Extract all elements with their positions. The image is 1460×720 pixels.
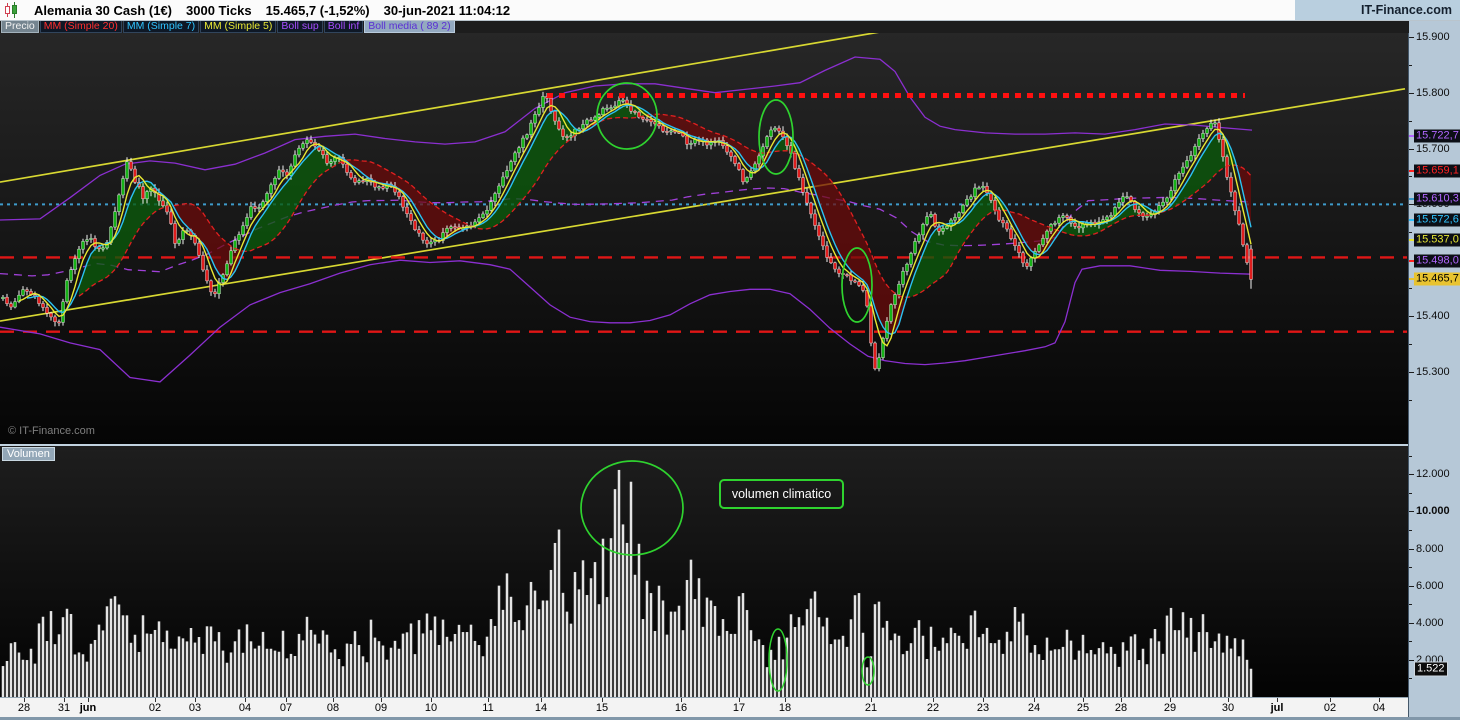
date-label: 03 — [188, 702, 202, 714]
brand-label: IT-Finance.com — [1295, 0, 1460, 20]
date-label: 22 — [926, 702, 940, 714]
volume-panel: Volumen volumen climatico — [0, 446, 1408, 697]
price-chart[interactable] — [0, 33, 1408, 445]
volume-minor-tick — [1409, 641, 1412, 643]
date-label: 24 — [1027, 702, 1041, 714]
volume-tick-label: 6.000 — [1416, 579, 1444, 592]
volume-minor-tick — [1409, 492, 1412, 494]
indicator-button-mm-simple-20[interactable]: MM (Simple 20) — [39, 20, 122, 33]
price-tick — [1409, 316, 1414, 318]
volume-tick-label: 8.000 — [1416, 542, 1444, 555]
price-chart-panel: © IT-Finance.com — [0, 33, 1408, 445]
date-label: jun — [79, 702, 97, 714]
boll-sup-value: 15.722,7 — [1414, 129, 1460, 143]
date-label: 04 — [238, 702, 252, 714]
price-minor-tick — [1409, 64, 1412, 66]
volume-minor-tick — [1409, 529, 1412, 531]
last-price-change: 15.465,7 (-1,52%) — [265, 2, 370, 18]
mm5-value: 15.537,0 — [1414, 233, 1460, 247]
price-axis[interactable]: 15.90015.80015.70015.60015.50015.40015.3… — [1408, 20, 1460, 720]
date-label: 23 — [976, 702, 990, 714]
price-minor-tick — [1409, 343, 1412, 345]
date-label: 15 — [595, 702, 609, 714]
date-label: 02 — [148, 702, 162, 714]
date-label: jul — [1270, 702, 1284, 714]
price-tick-label: 15.300 — [1416, 365, 1450, 378]
volume-tick-label: 12.000 — [1416, 468, 1450, 481]
indicator-button-mm-simple-5[interactable]: MM (Simple 5) — [200, 20, 277, 33]
volume-tick — [1409, 548, 1414, 550]
price-tick-label: 15.400 — [1416, 310, 1450, 323]
volume-tick — [1409, 622, 1414, 624]
indicator-button-boll-inf[interactable]: Boll inf — [323, 20, 364, 33]
date-label: 18 — [778, 702, 792, 714]
price-minor-tick — [1409, 232, 1412, 234]
price-tick-label: 15.800 — [1416, 86, 1450, 99]
volume-minor-tick — [1409, 455, 1412, 457]
price-minor-tick — [1409, 288, 1412, 290]
volume-tick — [1409, 585, 1414, 587]
indicator-button-mm-simple-7[interactable]: MM (Simple 7) — [122, 20, 200, 33]
date-label: 02 — [1323, 702, 1337, 714]
timeframe-label: 3000 Ticks — [186, 2, 252, 18]
instrument-title: Alemania 30 Cash (1€) — [34, 2, 173, 18]
price-tick-label: 15.700 — [1416, 142, 1450, 155]
volume-minor-tick — [1409, 678, 1412, 680]
volume-minor-tick — [1409, 567, 1412, 569]
price-tick — [1409, 371, 1414, 373]
date-label: 14 — [534, 702, 548, 714]
volume-tick — [1409, 511, 1414, 513]
timestamp: 30-jun-2021 11:04:12 — [383, 2, 511, 18]
boll-inf-value: 15.498,0 — [1414, 254, 1460, 268]
price-minor-tick — [1409, 176, 1412, 178]
mm7-value: 15.572,6 — [1414, 213, 1460, 227]
indicator-toolbar: Precio MM (Simple 20) MM (Simple 7) MM (Si… — [0, 20, 1409, 33]
date-label: 09 — [374, 702, 388, 714]
watermark: © IT-Finance.com — [8, 425, 95, 437]
date-label: 31 — [57, 702, 71, 714]
date-label: 30 — [1221, 702, 1235, 714]
date-label: 11 — [482, 702, 494, 714]
candlestick-logo-icon — [5, 2, 17, 18]
date-label: 25 — [1076, 702, 1090, 714]
mm20-value: 15.659,1 — [1414, 164, 1460, 178]
indicator-button-boll-sup[interactable]: Boll sup — [277, 20, 323, 33]
date-label: 07 — [279, 702, 293, 714]
volume-tick-label: 10.000 — [1416, 505, 1450, 518]
trading-chart-window: { "header": { "title": "Alemania 30 Cash… — [0, 0, 1460, 720]
date-label: 08 — [326, 702, 340, 714]
price-button[interactable]: Precio — [1, 20, 39, 33]
date-label: 16 — [674, 702, 688, 714]
price-minor-tick — [1409, 120, 1412, 122]
date-axis[interactable]: 28 31 jun 02 03 04 07 08 09 10 11 14 15 16 17 18 21 22 23 2… — [0, 697, 1408, 717]
price-minor-tick — [1409, 399, 1412, 401]
volume-minor-tick — [1409, 604, 1412, 606]
date-label: 29 — [1163, 702, 1177, 714]
price-tick — [1409, 36, 1414, 38]
current-volume-value: 1.522 — [1414, 661, 1448, 677]
price-tick-label: 15.900 — [1416, 30, 1450, 43]
panel-separator[interactable] — [0, 444, 1408, 446]
volume-button[interactable]: Volumen — [2, 447, 55, 461]
boll-media-value: 15.610,3 — [1414, 192, 1460, 206]
date-label: 28 — [17, 702, 31, 714]
date-label: 17 — [732, 702, 746, 714]
title-bar: Alemania 30 Cash (1€) 3000 Ticks 15.465,… — [0, 0, 1460, 21]
volume-chart[interactable] — [0, 446, 1408, 697]
volume-tick-label: 4.000 — [1416, 616, 1444, 629]
date-label: 21 — [864, 702, 878, 714]
date-label: 04 — [1372, 702, 1386, 714]
price-tick — [1409, 148, 1414, 150]
last-price-value: 15.465,7 — [1414, 272, 1460, 286]
price-tick — [1409, 92, 1414, 94]
date-label: 28 — [1114, 702, 1128, 714]
annotation-volumen-climatico: volumen climatico — [719, 479, 844, 509]
volume-tick — [1409, 474, 1414, 476]
date-label: 10 — [424, 702, 438, 714]
indicator-button-boll-media-89-2[interactable]: Boll media ( 89 2) — [364, 20, 455, 33]
